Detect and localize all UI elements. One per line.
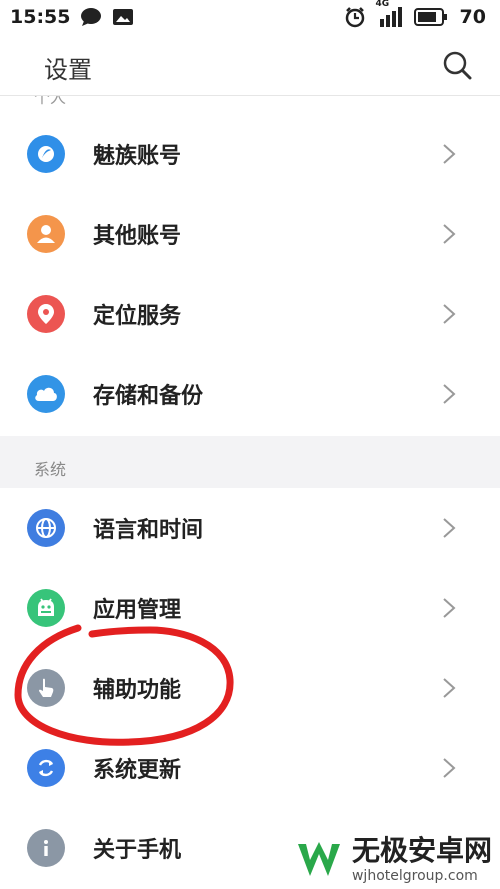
battery-icon xyxy=(413,8,447,26)
settings-item-language-time[interactable]: 语言和时间 xyxy=(0,488,500,568)
network-type: 4G xyxy=(375,0,390,9)
info-icon xyxy=(27,829,65,867)
section-header-system: 系统 xyxy=(0,436,500,488)
settings-item-label: 其他账号 xyxy=(93,224,182,249)
search-icon[interactable] xyxy=(442,50,472,80)
image-notification-icon xyxy=(113,9,134,25)
settings-item-label: 魅族账号 xyxy=(93,144,182,169)
settings-item-flyme-account[interactable]: 魅族账号 xyxy=(0,114,500,194)
settings-item-storage-backup[interactable]: 存储和备份 xyxy=(0,354,500,434)
settings-item-label: 应用管理 xyxy=(93,598,182,623)
section-header-personal: 个人 xyxy=(0,96,500,114)
settings-item-label: 定位服务 xyxy=(93,304,182,329)
refresh-icon xyxy=(27,749,65,787)
chevron-right-icon xyxy=(443,384,456,404)
battery-level: 70 xyxy=(459,6,486,28)
status-bar: 15:55 4G 70 xyxy=(0,0,500,34)
chevron-right-icon xyxy=(443,304,456,324)
watermark-url: wjhotelgroup.com xyxy=(351,868,478,884)
system-section: 语言和时间 应用管理 辅助功能 系统更新 关于手机 xyxy=(0,488,500,889)
flyme-account-icon xyxy=(27,135,65,173)
settings-item-label: 存储和备份 xyxy=(93,384,204,409)
status-time: 15:55 xyxy=(10,6,71,28)
chevron-right-icon xyxy=(443,758,456,778)
chevron-right-icon xyxy=(443,518,456,538)
cloud-icon xyxy=(27,375,65,413)
personal-section: 魅族账号 其他账号 定位服务 存储和备份 xyxy=(0,114,500,436)
site-watermark: 无极安卓网 wjhotelgroup.com xyxy=(294,837,492,883)
settings-item-label: 语言和时间 xyxy=(93,518,204,543)
location-pin-icon xyxy=(27,295,65,333)
watermark-title: 无极安卓网 xyxy=(351,834,492,867)
chat-bubble-icon xyxy=(81,8,102,26)
settings-item-accessibility[interactable]: 辅助功能 xyxy=(0,648,500,728)
settings-item-system-update[interactable]: 系统更新 xyxy=(0,728,500,808)
settings-item-label: 辅助功能 xyxy=(93,678,182,703)
settings-item-label: 关于手机 xyxy=(93,838,182,863)
alarm-icon xyxy=(345,7,364,28)
person-icon xyxy=(27,215,65,253)
watermark-logo-icon xyxy=(297,842,340,876)
chevron-right-icon xyxy=(443,678,456,698)
chevron-right-icon xyxy=(443,598,456,618)
settings-item-app-management[interactable]: 应用管理 xyxy=(0,568,500,648)
chevron-right-icon xyxy=(443,224,456,244)
settings-item-label: 系统更新 xyxy=(93,758,182,783)
chevron-right-icon xyxy=(443,144,456,164)
settings-item-other-accounts[interactable]: 其他账号 xyxy=(0,194,500,274)
android-icon xyxy=(27,589,65,627)
hand-pointer-icon xyxy=(27,669,65,707)
settings-header: 设置 xyxy=(0,34,500,96)
settings-item-location[interactable]: 定位服务 xyxy=(0,274,500,354)
page-title: 设置 xyxy=(44,56,92,84)
signal-icon xyxy=(379,7,402,27)
globe-icon xyxy=(27,509,65,547)
